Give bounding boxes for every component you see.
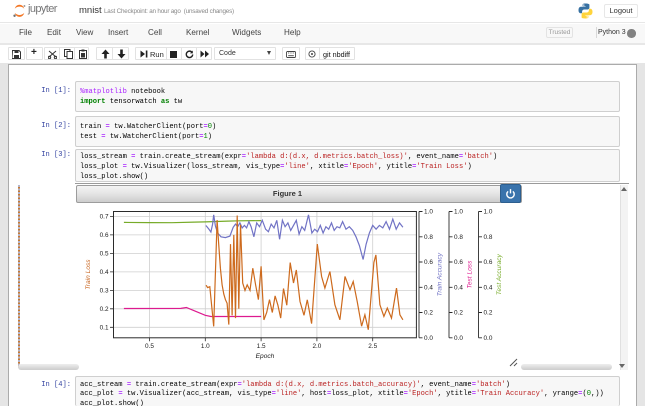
svg-text:0.1: 0.1 — [100, 325, 109, 332]
svg-text:0.2: 0.2 — [454, 310, 463, 317]
svg-text:0.4: 0.4 — [424, 285, 433, 292]
svg-text:1.0: 1.0 — [201, 343, 210, 350]
svg-text:1.0: 1.0 — [484, 209, 493, 216]
svg-text:0.0: 0.0 — [424, 335, 433, 342]
svg-text:Test Loss: Test Loss — [467, 260, 474, 289]
svg-text:1.0: 1.0 — [454, 209, 463, 216]
svg-text:0.2: 0.2 — [484, 310, 493, 317]
svg-text:0.4: 0.4 — [454, 285, 463, 292]
svg-text:2.5: 2.5 — [368, 343, 377, 350]
svg-text:0.8: 0.8 — [484, 234, 493, 241]
svg-text:0.2: 0.2 — [100, 306, 109, 313]
svg-text:0.3: 0.3 — [100, 288, 109, 295]
svg-text:0.6: 0.6 — [454, 259, 463, 266]
svg-text:0.6: 0.6 — [424, 259, 433, 266]
svg-text:Epoch: Epoch — [256, 353, 275, 360]
svg-text:0.4: 0.4 — [100, 269, 109, 276]
svg-text:0.7: 0.7 — [100, 214, 109, 221]
svg-text:0.0: 0.0 — [484, 335, 493, 342]
svg-text:1.5: 1.5 — [257, 343, 266, 350]
svg-text:0.8: 0.8 — [424, 234, 433, 241]
svg-text:Test Accuracy: Test Accuracy — [496, 253, 503, 295]
svg-text:0.8: 0.8 — [454, 234, 463, 241]
svg-text:0.5: 0.5 — [145, 343, 154, 350]
svg-text:0.5: 0.5 — [100, 251, 109, 258]
svg-text:0.4: 0.4 — [484, 285, 493, 292]
svg-text:0.2: 0.2 — [424, 310, 433, 317]
svg-text:0.6: 0.6 — [484, 259, 493, 266]
svg-text:1.0: 1.0 — [424, 209, 433, 216]
svg-text:2.0: 2.0 — [312, 343, 321, 350]
svg-text:Train Loss: Train Loss — [85, 259, 92, 290]
svg-text:Train Accuracy: Train Accuracy — [437, 252, 444, 296]
svg-text:0.0: 0.0 — [454, 335, 463, 342]
svg-text:0.6: 0.6 — [100, 232, 109, 239]
